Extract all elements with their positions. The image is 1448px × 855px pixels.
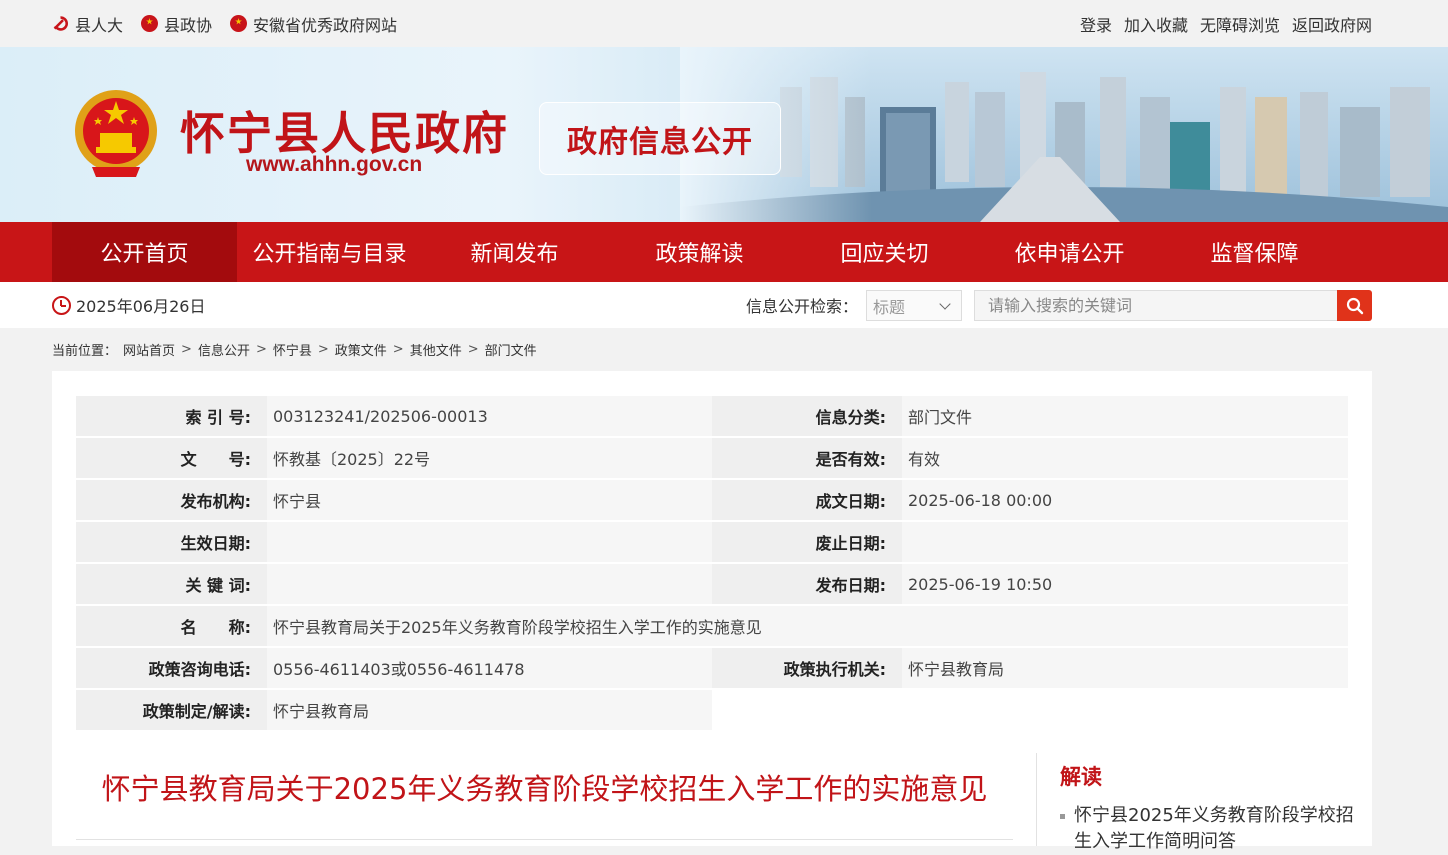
search-button[interactable] xyxy=(1337,290,1372,321)
breadcrumb: 当前位置： 网站首页 > 信息公开 > 怀宁县 > 政策文件 > 其他文件 > 部门文件 xyxy=(52,340,537,359)
date-search-bar: 2025年06月26日 信息公开检索： 标题 xyxy=(0,282,1448,328)
national-emblem-icon xyxy=(75,90,157,177)
meta-value: 怀教基〔2025〕22号 xyxy=(267,438,712,478)
chevron-down-icon xyxy=(939,298,951,310)
search-icon xyxy=(1346,297,1363,314)
breadcrumb-policy-files[interactable]: 政策文件 xyxy=(335,340,387,359)
meta-value: 怀宁县教育局关于2025年义务教育阶段学校招生入学工作的实施意见 xyxy=(267,606,1348,646)
party-emblem-icon xyxy=(53,16,68,31)
breadcrumb-dept-files[interactable]: 部门文件 xyxy=(485,340,537,359)
nav-policy-interpretation[interactable]: 政策解读 xyxy=(607,222,792,282)
nav-guide-catalog[interactable]: 公开指南与目录 xyxy=(237,222,422,282)
meta-key: 发布日期: xyxy=(712,564,902,604)
meta-value: 003123241/202506-00013 xyxy=(267,396,712,436)
title-divider xyxy=(76,839,1013,840)
current-date: 2025年06月26日 xyxy=(52,282,205,328)
meta-key: 是否有效: xyxy=(712,438,902,478)
date-text: 2025年06月26日 xyxy=(76,297,206,316)
meta-key: 发布机构: xyxy=(76,480,267,520)
breadcrumb-home[interactable]: 网站首页 xyxy=(123,340,175,359)
meta-value: 怀宁县教育局 xyxy=(902,648,1348,688)
meta-key: 索 引 号: xyxy=(76,396,267,436)
meta-key: 成文日期: xyxy=(712,480,902,520)
add-favorite-link[interactable]: 加入收藏 xyxy=(1124,12,1188,36)
section-title: 政府信息公开 xyxy=(539,102,781,175)
link-label: 县人大 xyxy=(75,15,124,35)
return-gov-link[interactable]: 返回政府网 xyxy=(1292,12,1372,36)
meta-key: 政策咨询电话: xyxy=(76,648,267,688)
table-row: 关 键 词: 发布日期: 2025-06-19 10:50 xyxy=(76,564,1348,604)
main-nav: 公开首页 公开指南与目录 新闻发布 政策解读 回应关切 依申请公开 监督保障 xyxy=(0,222,1448,282)
table-row: 生效日期: 废止日期: xyxy=(76,522,1348,562)
meta-key: 信息分类: xyxy=(712,396,902,436)
table-row: 发布机构: 怀宁县 成文日期: 2025-06-18 00:00 xyxy=(76,480,1348,520)
accessibility-link[interactable]: 无障碍浏览 xyxy=(1200,12,1280,36)
site-url: www.ahhn.gov.cn xyxy=(246,153,423,176)
nav-application[interactable]: 依申请公开 xyxy=(977,222,1162,282)
nav-news[interactable]: 新闻发布 xyxy=(422,222,607,282)
sidebar-item-label: 怀宁县2025年义务教育阶段学校招生入学工作简明问答 xyxy=(1074,805,1354,852)
meta-value: 怀宁县 xyxy=(267,480,712,520)
meta-value: 有效 xyxy=(902,438,1348,478)
table-row: 名 称: 怀宁县教育局关于2025年义务教育阶段学校招生入学工作的实施意见 xyxy=(76,606,1348,646)
table-row: 文 号: 怀教基〔2025〕22号 是否有效: 有效 xyxy=(76,438,1348,478)
meta-key: 生效日期: xyxy=(76,522,267,562)
sidebar-title: 解读 xyxy=(1060,765,1102,789)
search-label: 信息公开检索： xyxy=(746,297,859,316)
clock-icon xyxy=(52,295,71,315)
link-county-cppcc[interactable]: 县政协 xyxy=(141,12,212,36)
meta-key: 废止日期: xyxy=(712,522,902,562)
search-field-select[interactable]: 标题 xyxy=(866,290,962,321)
meta-key: 关 键 词: xyxy=(76,564,267,604)
sidebar-interpretation-link[interactable]: 怀宁县2025年义务教育阶段学校招生入学工作简明问答 xyxy=(1060,803,1360,855)
content-panel: 索 引 号: 003123241/202506-00013 信息分类: 部门文件… xyxy=(52,371,1372,852)
search-input[interactable] xyxy=(974,290,1338,321)
meta-value: 怀宁县教育局 xyxy=(267,690,712,730)
document-title: 怀宁县教育局关于2025年义务教育阶段学校招生入学工作的实施意见 xyxy=(101,772,988,806)
meta-value xyxy=(902,522,1348,562)
nav-home[interactable]: 公开首页 xyxy=(52,222,237,282)
select-value: 标题 xyxy=(873,297,906,317)
breadcrumb-label: 当前位置： xyxy=(52,344,118,359)
empty-cell xyxy=(712,690,1348,730)
meta-value: 0556-4611403或0556-4611478 xyxy=(267,648,712,688)
top-links: 县人大 县政协 安徽省优秀政府网站 xyxy=(52,0,397,47)
bullet-icon xyxy=(1060,814,1065,819)
meta-value: 部门文件 xyxy=(902,396,1348,436)
link-county-congress[interactable]: 县人大 xyxy=(52,12,123,36)
meta-key: 政策制定/解读: xyxy=(76,690,267,730)
meta-value xyxy=(267,564,712,604)
breadcrumb-county[interactable]: 怀宁县 xyxy=(273,340,312,359)
top-bar: 县人大 县政协 安徽省优秀政府网站 登录 加入收藏 无障碍浏览 返回政府网 xyxy=(0,0,1448,47)
link-label: 县政协 xyxy=(164,15,213,35)
nav-response[interactable]: 回应关切 xyxy=(792,222,977,282)
top-right-links: 登录 加入收藏 无障碍浏览 返回政府网 xyxy=(1080,0,1372,47)
city-skyline-image xyxy=(680,47,1448,222)
login-link[interactable]: 登录 xyxy=(1080,12,1112,36)
breadcrumb-other-files[interactable]: 其他文件 xyxy=(410,340,462,359)
link-label: 安徽省优秀政府网站 xyxy=(253,15,398,35)
breadcrumb-info-public[interactable]: 信息公开 xyxy=(198,340,250,359)
meta-value xyxy=(267,522,712,562)
sidebar-divider xyxy=(1036,753,1037,846)
nav-supervision[interactable]: 监督保障 xyxy=(1162,222,1347,282)
document-metadata-table: 索 引 号: 003123241/202506-00013 信息分类: 部门文件… xyxy=(76,394,1348,732)
table-row: 政策咨询电话: 0556-4611403或0556-4611478 政策执行机关… xyxy=(76,648,1348,688)
link-anhui-award[interactable]: 安徽省优秀政府网站 xyxy=(230,12,397,36)
header-banner: 怀宁县人民政府 www.ahhn.gov.cn 政府信息公开 xyxy=(0,47,1448,222)
meta-key: 名 称: xyxy=(76,606,267,646)
cppcc-emblem-icon xyxy=(141,15,159,32)
meta-value: 2025-06-19 10:50 xyxy=(902,564,1348,604)
table-row: 政策制定/解读: 怀宁县教育局 xyxy=(76,690,1348,730)
table-row: 索 引 号: 003123241/202506-00013 信息分类: 部门文件 xyxy=(76,396,1348,436)
meta-key: 文 号: xyxy=(76,438,267,478)
meta-key: 政策执行机关: xyxy=(712,648,902,688)
award-emblem-icon xyxy=(230,15,248,32)
meta-value: 2025-06-18 00:00 xyxy=(902,480,1348,520)
